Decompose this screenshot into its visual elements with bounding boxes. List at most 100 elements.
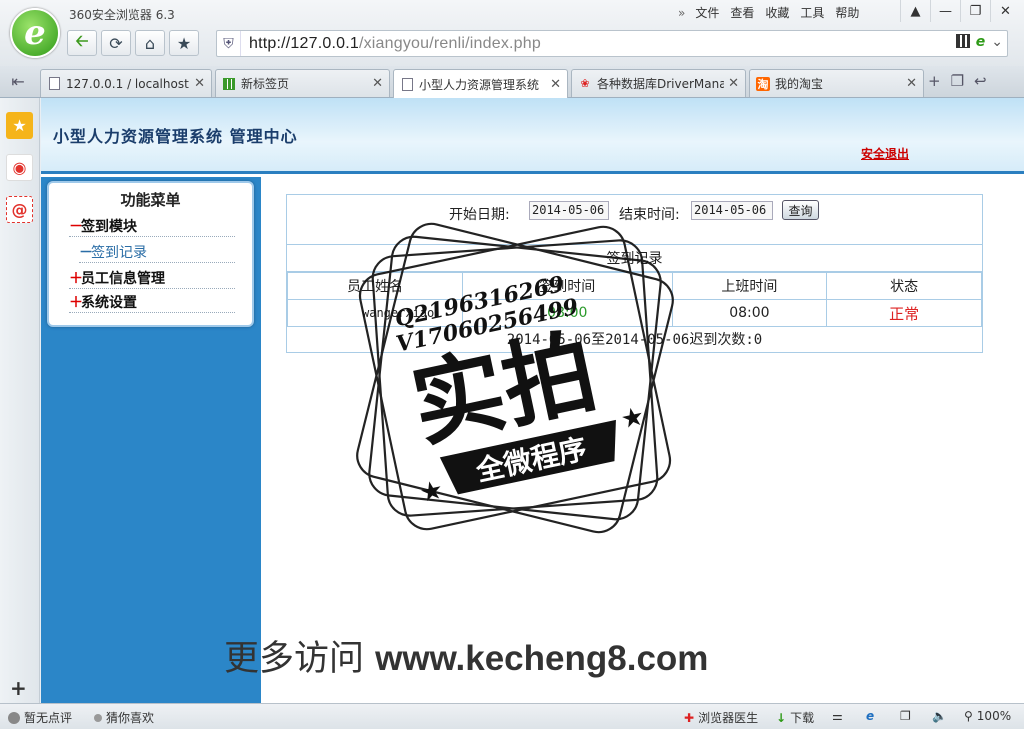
menu-item-label: 系统设置 [81,294,137,311]
skin-icon[interactable]: ▲ [900,0,930,22]
browser-title-bar: e 360安全浏览器 6.3 » 文件 查看 收藏 工具 帮助 ▲ — ❐ ✕ … [0,0,1024,66]
column-header: 状态 [826,272,982,300]
restore-icon[interactable]: ❐ [960,0,990,22]
watermark-promo: 更多访问 www.kecheng8.com [224,630,708,681]
add-sidebar-icon[interactable]: + [10,676,27,700]
menu-favorites[interactable]: 收藏 [765,4,800,21]
download-icon: ↓ [776,710,787,725]
tab-drivermanager[interactable]: ❀ 各种数据库DriverManager ✕ [571,69,746,97]
back-button[interactable]: 🡠 [67,30,97,56]
chevron-down-icon[interactable]: ⌄ [991,34,1003,50]
tab-close-icon[interactable]: ✕ [194,76,205,91]
tab-list-icon[interactable]: ❐ [951,72,964,90]
ie-engine-icon[interactable]: e [976,34,986,50]
tab-new-tab[interactable]: 新标签页 ✕ [215,69,390,97]
minimize-icon[interactable]: — [930,0,960,22]
promo-cn-text: 更多访问 [224,639,365,679]
security-shield-icon[interactable]: ⛨ [217,31,241,56]
tab-taobao[interactable]: 淘 我的淘宝 ✕ [749,69,924,97]
tab-bar: ⇤ 127.0.0.1 / localhost ✕ 新标签页 ✕ 小型人力资源管… [0,66,1024,98]
url-text[interactable]: http://127.0.0.1/xiangyou/renli/index.ph… [241,35,541,53]
menu-file[interactable]: 文件 [695,4,730,21]
menu-view[interactable]: 查看 [730,4,765,21]
page-viewport: 小型人力资源管理系统 管理中心 安全退出 功能菜单 － 签到模块 － 签到记录 … [41,98,1024,703]
menu-item-employee-info[interactable]: ＋ 员工信息管理 [69,267,235,289]
sidebar-toggle-icon[interactable]: ⇤ [0,66,36,97]
status-badge: 正常 [826,299,982,327]
query-button[interactable]: 查询 [782,200,819,220]
tab-label: 小型人力资源管理系统 [419,77,540,92]
menu-help[interactable]: 帮助 [835,4,870,21]
tab-close-icon[interactable]: ✕ [372,76,383,91]
browser-doctor-item[interactable]: ✚ 浏览器医生 [684,709,758,726]
tab-label: 新标签页 [241,77,290,91]
page-title: 小型人力资源管理系统 管理中心 [53,127,298,146]
tab-close-icon[interactable]: ✕ [728,76,739,91]
page-header: 小型人力资源管理系统 管理中心 安全退出 [41,98,1024,174]
window-controls: ▲ — ❐ ✕ [900,0,1020,22]
favorites-star-icon[interactable]: ★ [6,112,33,139]
refresh-button[interactable]: ⟳ [101,30,131,56]
column-header: 签到时间 [461,272,673,300]
star-icon: ★ [176,33,192,53]
start-date-label: 开始日期: [449,207,510,223]
tab-hr-system[interactable]: 小型人力资源管理系统 ✕ [393,69,568,98]
tab-localhost[interactable]: 127.0.0.1 / localhost ✕ [40,69,212,97]
csdn-icon: ❀ [580,77,590,90]
end-date-input[interactable]: 2014-05-06 [691,201,773,220]
favorite-button[interactable]: ★ [169,30,199,56]
volume-icon[interactable]: 🔈 [932,709,947,723]
ie-icon[interactable]: e [866,709,874,723]
window-icon[interactable]: ❐ [900,709,911,723]
home-button[interactable]: ⌂ [135,30,165,56]
promo-url-text: www.kecheng8.com [375,639,709,678]
menu-item-checkin-module[interactable]: － 签到模块 [69,215,235,237]
guess-icon [94,713,102,722]
close-window-icon[interactable]: ✕ [990,0,1020,22]
tab-label: 127.0.0.1 / localhost [66,76,189,91]
grid-icon [222,77,236,91]
zoom-icon: ⚲ [964,709,973,723]
rating-item[interactable]: 暂无点评 [8,709,72,726]
menu-tools[interactable]: 工具 [800,4,835,21]
home-icon: ⌂ [144,33,156,53]
menu-overflow-icon[interactable]: » [678,6,695,20]
url-tools: e ⌄ [955,34,1003,50]
doctor-icon: ✚ [684,710,695,725]
function-menu: 功能菜单 － 签到模块 － 签到记录 ＋ 员工信息管理 ＋ 系统设置 [47,181,254,327]
tab-close-icon[interactable]: ✕ [906,76,917,91]
zoom-item[interactable]: ⚲ 100% [964,709,1011,723]
menu-item-system-settings[interactable]: ＋ 系统设置 [69,291,235,313]
undo-close-icon[interactable]: ↩ [974,72,987,90]
tab-label: 我的淘宝 [775,77,824,91]
checkin-records-panel: 开始日期: 2014-05-06 结束时间: 2014-05-06 查询 签到记… [286,194,983,353]
menu-item-checkin-records[interactable]: － 签到记录 [79,241,235,263]
start-date-input[interactable]: 2014-05-06 [529,201,609,220]
collapse-icon: － [69,218,83,235]
query-form: 开始日期: 2014-05-06 结束时间: 2014-05-06 查询 [287,195,982,245]
menu-title: 功能菜单 [120,191,181,209]
download-item[interactable]: ↓ 下载 [776,709,814,726]
qr-code-icon[interactable] [955,34,970,48]
weibo-icon[interactable]: ◉ [6,154,33,181]
work-time: 08:00 [671,299,828,327]
back-arrow-icon: 🡠 [75,30,89,50]
expand-icon: ＋ [69,294,83,311]
column-header: 员工姓名 [287,272,463,300]
tab-close-icon[interactable]: ✕ [550,77,561,92]
nav-buttons: 🡠 ⟳ ⌂ ★ [67,30,199,56]
guess-item[interactable]: 猜你喜欢 [94,709,154,726]
sign-time: 08:00 [461,299,673,327]
url-host: http://127.0.0.1 [249,34,359,52]
employee-name: wangerxiao [287,299,463,327]
browser-title: 360安全浏览器 6.3 [69,8,175,22]
address-bar[interactable]: ⛨ http://127.0.0.1/xiangyou/renli/index.… [216,30,1008,57]
page-icon [47,77,61,91]
checkin-table: 员工姓名 签到时间 上班时间 状态 wangerxiao 08:00 08:00… [287,272,982,327]
menu-item-label: 签到记录 [91,244,147,261]
ad-block-icon[interactable]: ⚌ [832,709,843,723]
logout-link[interactable]: 安全退出 [861,145,909,162]
mail-icon[interactable]: @ [6,196,33,223]
new-tab-icon[interactable]: + [928,72,941,90]
end-date-label: 结束时间: [619,207,680,223]
